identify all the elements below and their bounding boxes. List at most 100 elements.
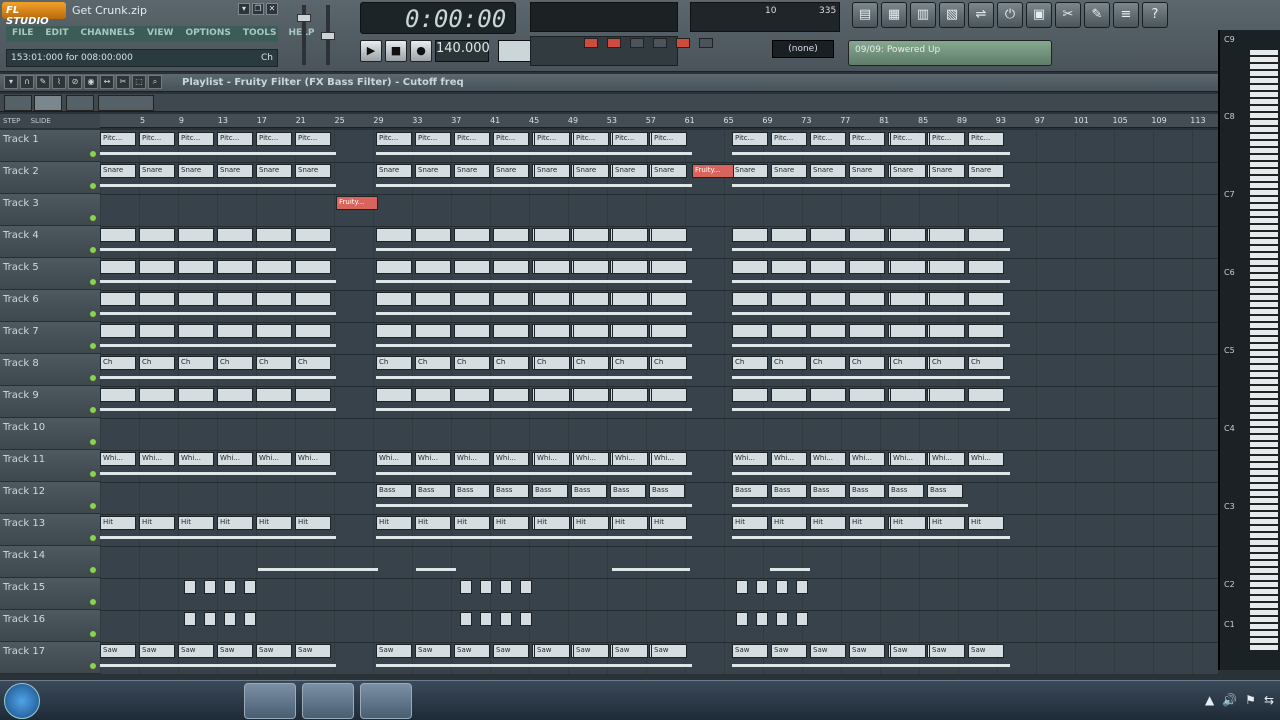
track-header[interactable]: Track 4 [0,226,100,258]
pattern-clip[interactable] [244,580,256,594]
pattern-clip[interactable] [493,260,529,274]
pattern-clip[interactable]: Ch [612,356,648,370]
pattern-clip[interactable]: Whi... [890,452,926,466]
pattern-clip[interactable]: Saw [612,644,648,658]
pattern-clip[interactable]: Saw [573,644,609,658]
mute-icon[interactable]: ◉ [84,75,98,89]
play-button[interactable]: ▶ [360,40,382,62]
pattern-tab[interactable] [34,95,62,111]
pattern-clip[interactable]: Hit [100,516,136,530]
pattern-clip[interactable] [493,388,529,402]
pattern-clip[interactable] [139,324,175,338]
track-led-icon[interactable] [90,631,96,637]
pattern-clip[interactable] [493,324,529,338]
pattern-clip[interactable] [460,580,472,594]
pattern-clip[interactable]: Ch [178,356,214,370]
pattern-clip[interactable] [968,260,1004,274]
pattern-clip[interactable] [415,292,451,306]
track-led-icon[interactable] [90,567,96,573]
pattern-clip[interactable]: Ch [100,356,136,370]
pattern-clip[interactable] [224,580,236,594]
pattern-clip[interactable] [295,292,331,306]
track-led-icon[interactable] [90,343,96,349]
menu-channels[interactable]: CHANNELS [81,28,136,40]
network-icon[interactable]: ⇆ [1264,693,1274,707]
pattern-clip[interactable] [480,580,492,594]
piano-roll-icon[interactable]: ▥ [910,2,936,28]
firefox-icon[interactable] [186,683,238,719]
volume-icon[interactable]: 🔊 [1222,693,1237,707]
pattern-clip[interactable] [256,228,292,242]
pattern-clip[interactable]: Pitc... [849,132,885,146]
pattern-clip[interactable] [771,388,807,402]
pattern-clip[interactable]: Snare [139,164,175,178]
pattern-clip[interactable]: Ch [454,356,490,370]
pattern-clip[interactable] [493,228,529,242]
pattern-clip[interactable] [534,228,570,242]
pattern-clip[interactable] [573,324,609,338]
pattern-clip[interactable] [890,260,926,274]
pattern-clip[interactable]: Snare [771,164,807,178]
pattern-clip[interactable]: Snare [968,164,1004,178]
pattern-clip[interactable]: Snare [534,164,570,178]
pattern-clip[interactable]: Hit [139,516,175,530]
step-edit-icon[interactable] [607,38,621,48]
pattern-clip[interactable]: Snare [256,164,292,178]
pattern-clip[interactable] [929,388,965,402]
record-button[interactable]: ● [410,40,432,62]
pattern-clip[interactable]: Ch [295,356,331,370]
pattern-clip[interactable]: Whi... [968,452,1004,466]
pattern-clip[interactable]: Pitc... [968,132,1004,146]
pattern-clip[interactable]: Whi... [217,452,253,466]
pattern-clip[interactable]: Hit [217,516,253,530]
pattern-clip[interactable]: Snare [295,164,331,178]
pattern-clip[interactable]: Hit [534,516,570,530]
step-label[interactable]: STEP [3,117,20,125]
pattern-clip[interactable]: Saw [217,644,253,658]
pattern-clip[interactable] [415,324,451,338]
pencil-icon[interactable]: ✎ [36,75,50,89]
menu-edit[interactable]: EDIT [45,28,68,40]
pattern-clip[interactable]: Pitc... [454,132,490,146]
pattern-clip[interactable] [849,260,885,274]
pattern-clip[interactable] [796,580,808,594]
stop-button[interactable]: ■ [385,40,407,62]
pattern-clip[interactable] [178,260,214,274]
pattern-clip[interactable]: Hit [493,516,529,530]
pattern-clip[interactable] [534,324,570,338]
pattern-clip[interactable] [100,228,136,242]
pattern-clip[interactable]: Pitc... [295,132,331,146]
pattern-clip[interactable] [612,292,648,306]
menu-file[interactable]: FILE [12,28,33,40]
pattern-clip[interactable] [929,324,965,338]
mixer-icon[interactable]: ⇌ [968,2,994,28]
pattern-clip[interactable] [771,228,807,242]
scroll-arrows[interactable] [98,95,154,111]
pattern-clip[interactable]: Snare [810,164,846,178]
menu-arrow-icon[interactable]: ▾ [4,75,18,89]
pattern-clip[interactable] [256,388,292,402]
track-header[interactable]: Track 8 [0,354,100,386]
pattern-clip[interactable]: Pitc... [890,132,926,146]
pattern-clip[interactable] [520,580,532,594]
pattern-clip[interactable]: Whi... [454,452,490,466]
pattern-clip[interactable] [454,324,490,338]
menu-options[interactable]: OPTIONS [185,28,230,40]
pattern-clip[interactable]: Snare [929,164,965,178]
pattern-clip[interactable]: Whi... [612,452,648,466]
pattern-clip[interactable] [573,260,609,274]
track-led-icon[interactable] [90,663,96,669]
pattern-clip[interactable]: Snare [178,164,214,178]
pattern-clip[interactable] [756,612,768,626]
pattern-clip[interactable]: Hit [256,516,292,530]
pattern-clip[interactable]: Hit [612,516,648,530]
pattern-clip[interactable]: Whi... [651,452,687,466]
pattern-clip[interactable] [612,388,648,402]
pattern-clip[interactable] [651,260,687,274]
pattern-clip[interactable] [244,612,256,626]
pattern-clip[interactable] [217,260,253,274]
tempo-display[interactable]: 140.000 [435,40,490,62]
pattern-clip[interactable]: Whi... [573,452,609,466]
pattern-clip[interactable] [849,228,885,242]
track-led-icon[interactable] [90,279,96,285]
